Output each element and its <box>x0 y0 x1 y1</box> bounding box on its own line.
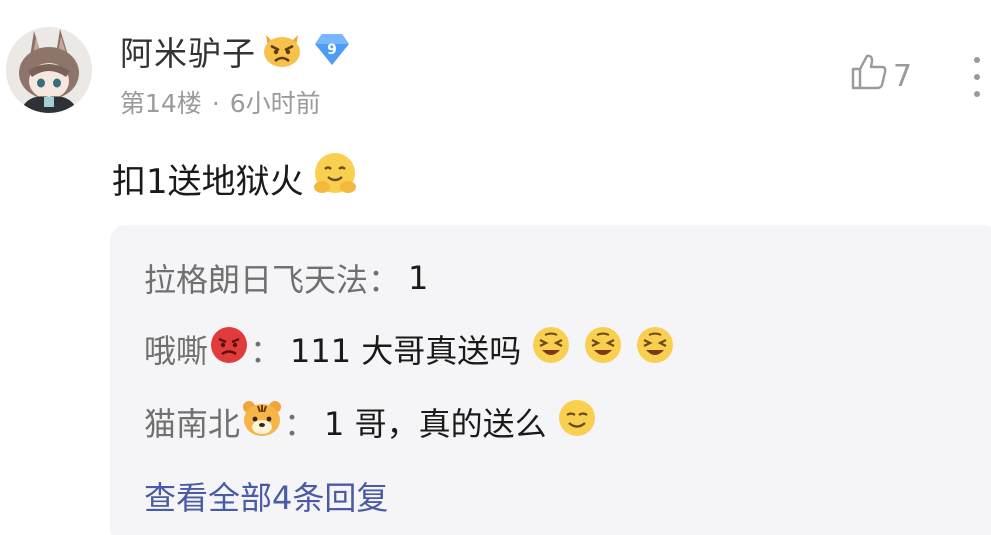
level-number: 9 <box>327 42 337 58</box>
meta-separator: · <box>211 89 220 118</box>
tiger-emoji-icon <box>240 397 284 447</box>
comment-text: 扣1送地狱火 <box>112 161 304 202</box>
thumbs-up-icon <box>849 52 889 100</box>
like-button[interactable]: 7 <box>849 54 912 98</box>
comment-meta: 第14楼 · 6小时前 <box>120 84 321 120</box>
laughing-emoji-icon <box>581 323 625 375</box>
reply-author[interactable]: 猫南北 <box>144 399 240 445</box>
reply-author[interactable]: 哦嘶 <box>144 326 208 372</box>
comment-content: 扣1送地狱火 <box>112 152 360 204</box>
reply-item[interactable]: 拉格朗日飞天法 ： 1 <box>144 253 428 303</box>
reply-colon: ： <box>284 405 317 443</box>
view-all-replies-link[interactable]: 查看全部4条回复 <box>144 471 388 521</box>
avatar-image <box>6 27 92 113</box>
floor-label: 第14楼 <box>120 89 202 118</box>
comment-card: 阿米驴子 9 第14楼 · 6小时前 7 扣1送地狱火 拉格朗日飞天法 ： 1 … <box>0 0 991 535</box>
timestamp: 6小时前 <box>229 89 321 118</box>
reply-colon: ： <box>368 261 401 299</box>
reply-item[interactable]: 哦嘶 ： 111 大哥真送吗 <box>144 324 677 374</box>
angry-face-emoji-icon <box>208 324 250 374</box>
username[interactable]: 阿米驴子 <box>120 27 256 75</box>
reply-text: 111 大哥真送吗 <box>290 332 522 370</box>
replies-panel: 拉格朗日飞天法 ： 1 哦嘶 ： 111 大哥真送吗 猫南北 ： 1 哥，真的送… <box>110 225 991 535</box>
reply-colon: ： <box>250 332 283 370</box>
level-badge-icon: 9 <box>314 32 350 70</box>
avatar[interactable] <box>6 27 92 113</box>
username-row: 阿米驴子 9 <box>120 29 350 73</box>
reply-text: 1 <box>408 259 429 297</box>
laughing-emoji-icon <box>529 323 573 375</box>
reply-text: 1 哥，真的送么 <box>324 405 547 443</box>
laughing-emoji-icon <box>633 323 677 375</box>
more-options-icon[interactable] <box>969 52 985 102</box>
smile-emoji-icon <box>555 396 599 448</box>
reply-item[interactable]: 猫南北 ： 1 哥，真的送么 <box>144 397 599 447</box>
angry-cat-emoji-icon <box>260 29 304 73</box>
hug-emoji-icon <box>310 149 360 208</box>
like-count: 7 <box>893 58 913 94</box>
reply-author[interactable]: 拉格朗日飞天法 <box>144 255 368 301</box>
